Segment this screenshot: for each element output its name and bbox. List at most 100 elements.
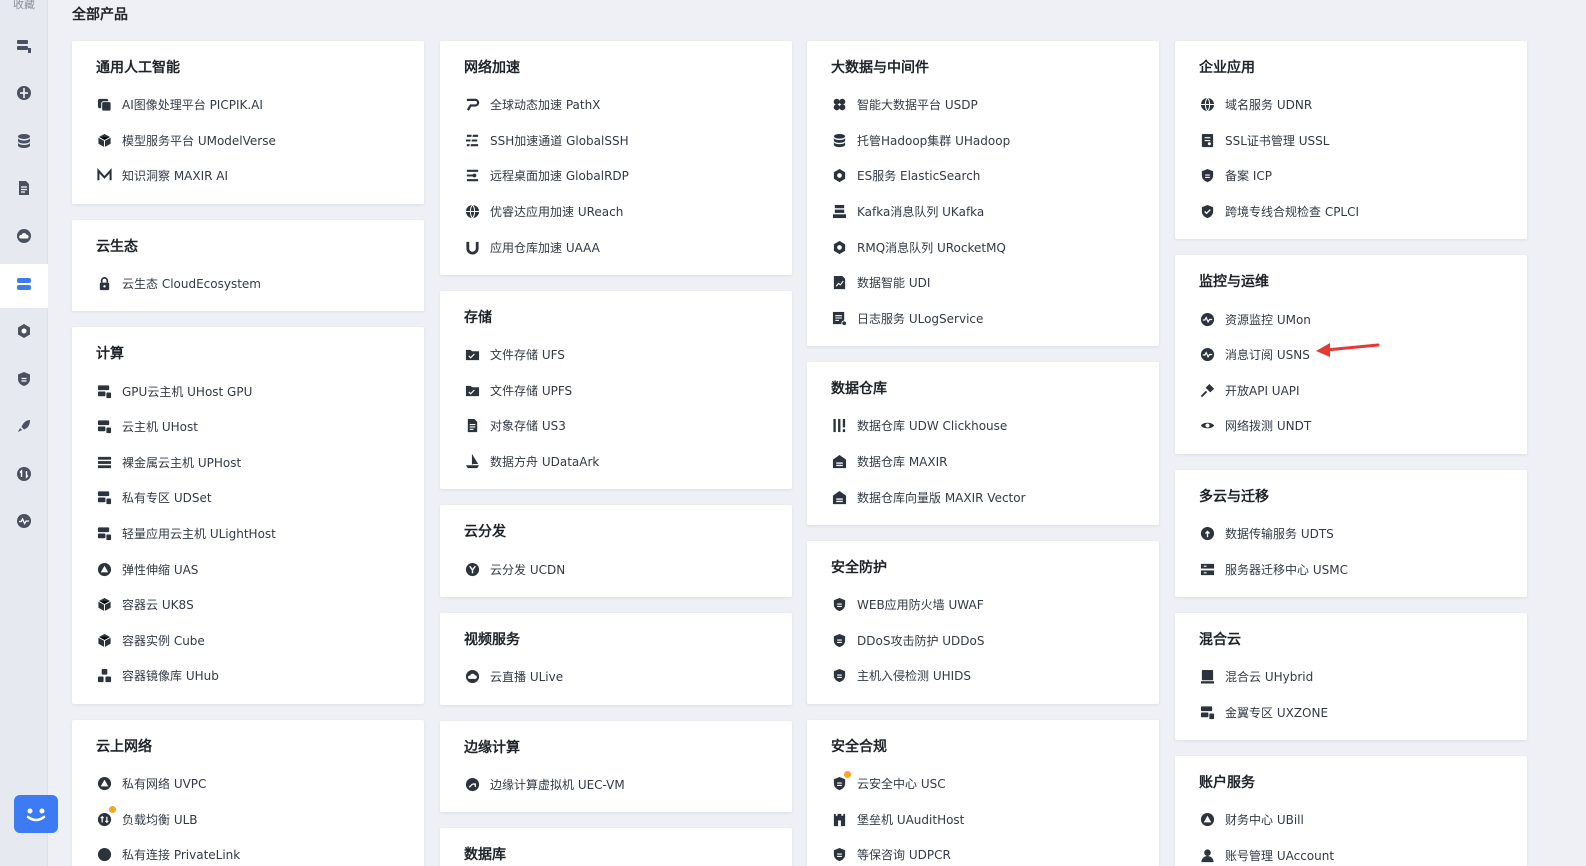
- product-link[interactable]: 裸金属云主机 UPHost: [96, 445, 400, 481]
- product-link[interactable]: 堡垒机 UAuditHost: [831, 801, 1135, 837]
- rail-button-rocket[interactable]: [0, 406, 48, 450]
- u-icon: [464, 239, 480, 255]
- product-label: 数据仓库 MAXIR: [857, 455, 948, 470]
- product-link[interactable]: 数据传输服务 UDTS: [1199, 516, 1503, 552]
- product-label: 开放API UAPI: [1225, 383, 1300, 398]
- rail-button-cloud[interactable]: [0, 216, 48, 260]
- product-link[interactable]: 云分发 UCDN: [464, 551, 768, 587]
- product-link[interactable]: ES服务 ElasticSearch: [831, 158, 1135, 194]
- category-card: 大数据与中间件 智能大数据平台 USDP 托管Hadoop集群 UHadoop ES服…: [807, 41, 1159, 347]
- product-link[interactable]: 网络拨测 UNDT: [1199, 408, 1503, 444]
- product-link[interactable]: 金翼专区 UXZONE: [1199, 695, 1503, 731]
- product-link[interactable]: 数据方舟 UDataArk: [464, 444, 768, 480]
- category-title: 安全防护: [831, 559, 887, 576]
- chat-assistant-button[interactable]: [14, 795, 58, 833]
- product-link[interactable]: 数据仓库 MAXIR: [831, 444, 1135, 480]
- category-card: 安全防护 WEB应用防火墙 UWAF DDoS攻击防护 UDDoS 主机入侵检测 UH…: [807, 540, 1159, 704]
- cloud-icon: [16, 228, 32, 248]
- product-link[interactable]: 混合云 UHybrid: [1199, 659, 1503, 695]
- product-link[interactable]: 财务中心 UBill: [1199, 802, 1503, 838]
- product-link[interactable]: 私有专区 UDSet: [96, 480, 400, 516]
- category-card: 云生态 云生态 CloudEcosystem: [72, 219, 424, 312]
- category-card: 云分发 云分发 UCDN: [440, 505, 792, 597]
- product-label: 对象存储 US3: [490, 419, 566, 434]
- product-link[interactable]: DDoS攻击防护 UDDoS: [831, 623, 1135, 659]
- product-link[interactable]: AI图像处理平台 PICPIK.AI: [96, 87, 400, 123]
- product-link[interactable]: 容器镜像库 UHub: [96, 658, 400, 694]
- cube-icon: [96, 632, 112, 648]
- rail-favorites-label[interactable]: 收藏: [0, 0, 48, 12]
- product-link[interactable]: 资源监控 UMon: [1199, 301, 1503, 337]
- product-link[interactable]: 容器云 UK8S: [96, 587, 400, 623]
- product-link[interactable]: 跨境专线合规检查 CPLCI: [1199, 194, 1503, 230]
- rail-button-host[interactable]: [0, 26, 48, 70]
- certificate-icon: [1199, 132, 1215, 148]
- rail-button-transfer[interactable]: [0, 454, 48, 498]
- new-badge-dot: [844, 770, 851, 778]
- product-label: GPU云主机 UHost GPU: [122, 384, 253, 399]
- rail-button-monitor[interactable]: [0, 501, 48, 545]
- product-link[interactable]: 云直播 ULive: [464, 659, 768, 695]
- product-label: 云直播 ULive: [490, 670, 564, 685]
- product-link[interactable]: 数据仓库 UDW Clickhouse: [831, 408, 1135, 444]
- product-link[interactable]: 全球动态加速 PathX: [464, 87, 768, 123]
- product-link[interactable]: 等保咨询 UDPCR: [831, 837, 1135, 866]
- product-link[interactable]: 轻量应用云主机 ULightHost: [96, 516, 400, 552]
- category-card: 计算 GPU云主机 UHost GPU 云主机 UHost 裸金属云主机 UPHost…: [72, 327, 424, 704]
- product-link[interactable]: 弹性伸缩 UAS: [96, 551, 400, 587]
- product-link[interactable]: 知识洞察 MAXIR AI: [96, 158, 400, 194]
- product-link[interactable]: 托管Hadoop集群 UHadoop: [831, 123, 1135, 159]
- rail-button-hex[interactable]: [0, 311, 48, 355]
- product-label: 全球动态加速 PathX: [490, 98, 601, 113]
- product-link[interactable]: SSH加速通道 GlobalSSH: [464, 123, 768, 159]
- queue-icon: [831, 204, 847, 220]
- shield-icon: [16, 371, 32, 391]
- product-link[interactable]: 边缘计算虚拟机 UEC-VM: [464, 767, 768, 803]
- user-icon: [1199, 848, 1215, 864]
- eye-icon: [1199, 418, 1215, 434]
- product-link[interactable]: SSL证书管理 USSL: [1199, 123, 1503, 159]
- product-link[interactable]: RMQ消息队列 URocketMQ: [831, 229, 1135, 265]
- product-link[interactable]: 服务器迁移中心 USMC: [1199, 551, 1503, 587]
- rail-button-database[interactable]: [0, 121, 48, 165]
- rail-button-document[interactable]: [0, 168, 48, 212]
- rail-button-network[interactable]: [0, 73, 48, 117]
- product-link[interactable]: 优睿达应用加速 UReach: [464, 194, 768, 230]
- product-link[interactable]: 远程桌面加速 GlobalRDP: [464, 158, 768, 194]
- product-link[interactable]: 容器实例 Cube: [96, 623, 400, 659]
- product-link[interactable]: 数据仓库向量版 MAXIR Vector: [831, 479, 1135, 515]
- product-label: 数据方舟 UDataArk: [490, 455, 600, 470]
- product-link[interactable]: 云生态 CloudEcosystem: [96, 266, 400, 302]
- product-link[interactable]: 开放API UAPI: [1199, 373, 1503, 409]
- product-link[interactable]: 文件存储 UFS: [464, 337, 768, 373]
- rail-button-shield[interactable]: [0, 359, 48, 403]
- product-link[interactable]: 负载均衡 ULB: [96, 801, 400, 837]
- product-link[interactable]: 域名服务 UDNR: [1199, 87, 1503, 123]
- product-link[interactable]: Kafka消息队列 UKafka: [831, 194, 1135, 230]
- category-title: 边缘计算: [464, 739, 520, 756]
- product-link[interactable]: 文件存储 UPFS: [464, 373, 768, 409]
- product-link[interactable]: WEB应用防火墙 UWAF: [831, 587, 1135, 623]
- product-link[interactable]: 对象存储 US3: [464, 408, 768, 444]
- product-link[interactable]: GPU云主机 UHost GPU: [96, 373, 400, 409]
- product-link[interactable]: 私有连接 PrivateLink: [96, 837, 400, 866]
- product-link[interactable]: 云安全中心 USC: [831, 766, 1135, 802]
- rail-button-storage[interactable]: [0, 264, 48, 308]
- scrollbar[interactable]: [1566, 0, 1586, 866]
- product-link[interactable]: 应用仓库加速 UAAA: [464, 229, 768, 265]
- product-link[interactable]: 备案 ICP: [1199, 158, 1503, 194]
- category-card: 视频服务 云直播 ULive: [440, 612, 792, 705]
- product-link[interactable]: 主机入侵检测 UHIDS: [831, 658, 1135, 694]
- product-label: DDoS攻击防护 UDDoS: [857, 633, 985, 648]
- product-link[interactable]: 账号管理 UAccount: [1199, 838, 1503, 866]
- product-link[interactable]: 云主机 UHost: [96, 409, 400, 445]
- product-label: 智能大数据平台 USDP: [857, 98, 978, 113]
- category-card: 数据仓库 数据仓库 UDW Clickhouse 数据仓库 MAXIR 数据仓库向量版…: [807, 362, 1159, 525]
- product-link[interactable]: 数据智能 UDI: [831, 265, 1135, 301]
- category-card: 多云与迁移 数据传输服务 UDTS 服务器迁移中心 USMC: [1175, 469, 1527, 597]
- product-link[interactable]: 日志服务 ULogService: [831, 301, 1135, 337]
- category-card: 存储 文件存储 UFS 文件存储 UPFS 对象存储 US3 数据方舟 UDataArk: [440, 290, 792, 490]
- product-link[interactable]: 模型服务平台 UModelVerse: [96, 123, 400, 159]
- product-link[interactable]: 智能大数据平台 USDP: [831, 87, 1135, 123]
- product-link[interactable]: 私有网络 UVPC: [96, 766, 400, 802]
